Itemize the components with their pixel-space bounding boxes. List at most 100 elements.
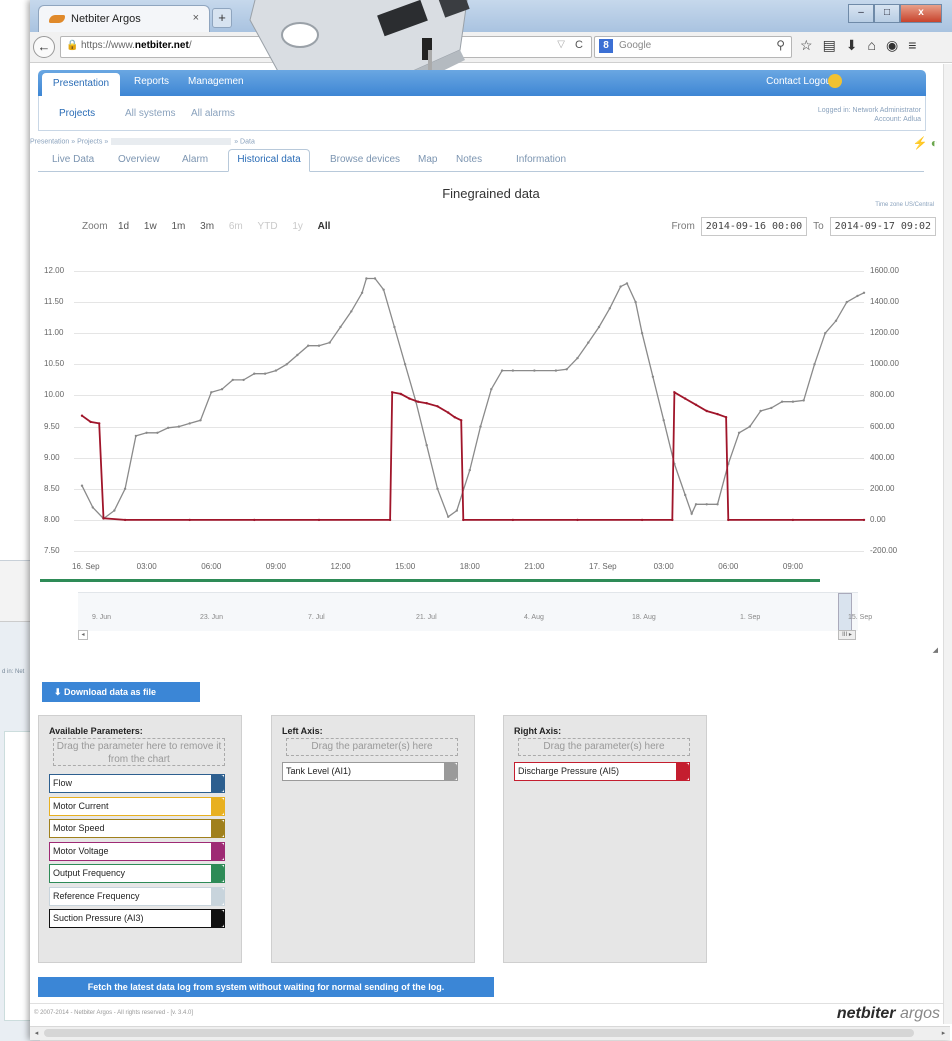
chart-resize-grip-icon[interactable]: ◢ xyxy=(933,646,938,654)
data-point xyxy=(490,388,493,391)
data-point xyxy=(365,277,368,280)
data-point xyxy=(597,325,601,329)
data-point xyxy=(156,431,159,434)
right-axis-title: Right Axis: xyxy=(514,726,562,736)
data-point xyxy=(511,518,515,522)
data-point xyxy=(391,391,394,394)
data-point xyxy=(80,414,84,417)
data-point xyxy=(862,291,866,294)
navigator-scroll-right-button[interactable]: III ▸ xyxy=(838,630,856,640)
remove-parameter-dropzone[interactable]: Drag the parameter here to remove it fro… xyxy=(53,738,225,766)
scroll-left-icon[interactable]: ◂ xyxy=(32,1029,41,1038)
param-color-swatch xyxy=(211,887,224,905)
data-point xyxy=(727,518,730,522)
data-point xyxy=(455,509,458,512)
data-point xyxy=(285,363,288,366)
data-point xyxy=(231,378,234,382)
data-point xyxy=(770,406,773,410)
data-point xyxy=(684,397,687,400)
data-point xyxy=(690,512,693,515)
background-window-text: d in: Net xyxy=(2,669,25,675)
data-point xyxy=(253,372,256,375)
data-point xyxy=(80,484,84,487)
fetch-data-log-button[interactable]: Fetch the latest data log from system wi… xyxy=(38,977,494,997)
download-data-button[interactable]: ⬇ Download data as file xyxy=(42,682,200,702)
navigator-date-label: 21. Jul xyxy=(416,614,437,621)
available-param-motor-voltage[interactable]: Motor Voltage xyxy=(49,841,225,861)
data-point xyxy=(388,518,392,522)
data-point xyxy=(425,444,428,447)
data-point xyxy=(640,332,644,335)
data-point xyxy=(716,412,719,416)
param-color-swatch xyxy=(676,763,689,780)
param-color-swatch xyxy=(211,910,224,927)
data-point xyxy=(447,411,450,414)
data-point xyxy=(453,416,456,419)
data-point xyxy=(813,363,816,366)
navigator-date-label: 23. Jun xyxy=(200,614,223,621)
available-param-suction-pressure-ai3-[interactable]: Suction Pressure (AI3) xyxy=(49,909,225,928)
param-color-swatch xyxy=(211,775,224,792)
data-point xyxy=(651,375,655,378)
param-label: Flow xyxy=(53,778,73,788)
navigator-date-label: 9. Jun xyxy=(92,614,112,621)
horizontal-scrollbar[interactable]: ◂ ▸ xyxy=(30,1026,950,1040)
available-param-motor-speed[interactable]: Motor Speed xyxy=(49,819,225,838)
data-point xyxy=(462,518,465,522)
navigator-date-label: 15. Sep xyxy=(848,614,873,621)
param-label: Reference Frequency xyxy=(53,890,140,901)
data-point xyxy=(608,307,611,310)
chart-navigator[interactable] xyxy=(78,592,858,631)
data-point xyxy=(460,419,463,422)
data-point xyxy=(737,431,741,434)
data-point xyxy=(360,291,364,294)
data-point xyxy=(425,402,428,405)
data-point xyxy=(296,353,299,357)
data-point xyxy=(625,282,629,285)
data-point xyxy=(694,403,698,406)
data-point xyxy=(862,518,866,522)
scrollbar-thumb[interactable] xyxy=(44,1029,914,1037)
right-axis-dropzone[interactable]: Drag the parameter(s) here xyxy=(518,738,690,756)
param-label: Suction Pressure (AI3) xyxy=(53,913,144,923)
data-point xyxy=(791,400,795,403)
data-point xyxy=(123,518,127,522)
data-point xyxy=(694,503,698,506)
data-point xyxy=(780,400,784,403)
navigator-date-label: 7. Jul xyxy=(308,614,325,621)
left-axis-param-tank-level-ai1-[interactable]: Tank Level (AI1) xyxy=(282,762,458,781)
available-param-motor-current[interactable]: Motor Current xyxy=(49,796,225,816)
data-point xyxy=(634,300,637,304)
right-axis-param-discharge-pressure-ai5-[interactable]: Discharge Pressure (AI5) xyxy=(514,762,690,781)
data-point xyxy=(134,434,138,438)
scroll-right-icon[interactable]: ▸ xyxy=(939,1029,948,1038)
series-line-tank-level-ai1-[interactable] xyxy=(81,277,865,520)
left-axis-dropzone[interactable]: Drag the parameter(s) here xyxy=(286,738,458,756)
data-point xyxy=(479,425,482,428)
data-point xyxy=(199,419,202,422)
data-point xyxy=(167,426,170,429)
navigator-date-label: 1. Sep xyxy=(740,614,761,621)
left-axis-panel: Left Axis: Drag the parameter(s) here Ta… xyxy=(271,715,475,963)
available-param-output-frequency[interactable]: Output Frequency xyxy=(49,864,225,883)
data-point xyxy=(350,310,353,313)
data-point xyxy=(673,391,676,394)
data-point xyxy=(89,420,92,424)
data-point xyxy=(373,277,377,280)
data-point xyxy=(328,341,331,344)
available-param-flow[interactable]: Flow xyxy=(49,774,225,793)
netbiter-logo: netbiter argos xyxy=(837,1005,940,1023)
data-point xyxy=(403,363,407,366)
navigator-scroll-left-button[interactable]: ◂ xyxy=(78,630,88,640)
data-point xyxy=(436,487,439,490)
vertical-scrollbar[interactable] xyxy=(943,64,952,1024)
navigator-handle[interactable] xyxy=(838,593,852,631)
data-point xyxy=(824,332,827,335)
data-point xyxy=(834,319,838,322)
data-point xyxy=(759,409,762,413)
data-point xyxy=(576,356,579,360)
data-point xyxy=(91,506,94,509)
data-point xyxy=(210,391,213,394)
available-param-reference-frequency[interactable]: Reference Frequency xyxy=(49,886,225,906)
data-point xyxy=(145,431,148,434)
